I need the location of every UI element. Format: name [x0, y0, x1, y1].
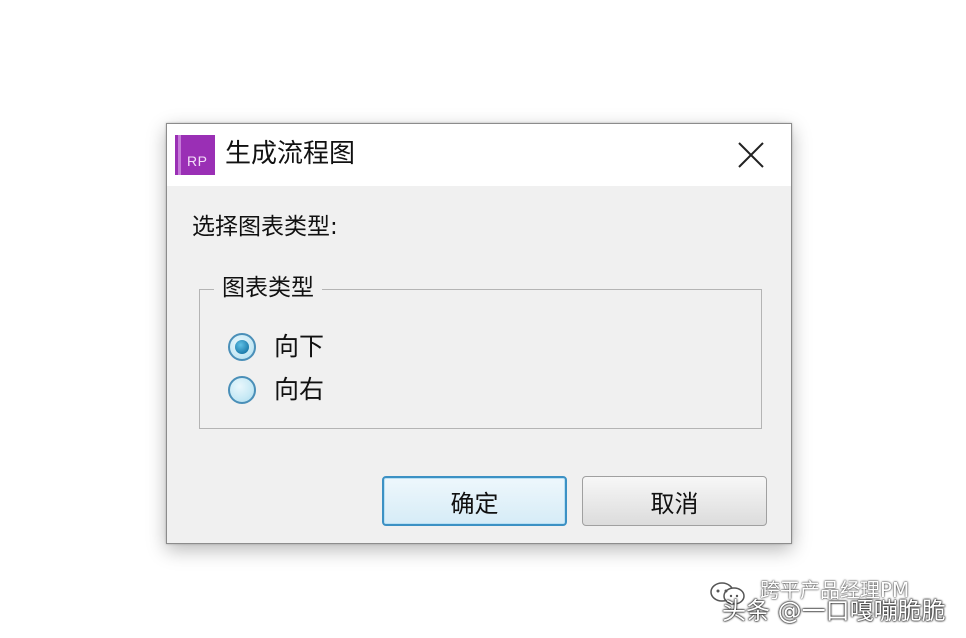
dialog-titlebar[interactable]: RP 生成流程图	[167, 124, 791, 186]
axure-rp-app-icon: RP	[175, 135, 215, 175]
cancel-button[interactable]: 取消	[582, 476, 767, 526]
generate-flowchart-dialog: RP 生成流程图 选择图表类型: 图表类型 向下 向右 确定 取消	[166, 123, 792, 544]
watermark-line2: 头条 @一口嘎嘣脆脆	[722, 597, 946, 625]
chart-type-group-legend: 图表类型	[214, 272, 322, 304]
close-button[interactable]	[726, 132, 776, 178]
close-icon	[738, 142, 764, 168]
dialog-title: 生成流程图	[225, 139, 356, 169]
radio-option-right[interactable]: 向右	[228, 373, 324, 407]
app-icon-stripe	[178, 135, 181, 175]
radio-selected-dot	[235, 340, 249, 354]
radio-label-right: 向右	[274, 375, 325, 404]
radio-option-down[interactable]: 向下	[228, 330, 324, 364]
radio-button-right[interactable]	[228, 376, 256, 404]
radio-button-down[interactable]	[228, 333, 256, 361]
radio-label-down: 向下	[274, 332, 325, 361]
watermark: 跨平产品经理PM 头条 @一口嘎嘣脆脆	[708, 578, 958, 634]
chart-type-prompt: 选择图表类型:	[192, 214, 338, 240]
chart-type-groupbox: 图表类型 向下 向右	[199, 272, 762, 429]
ok-button[interactable]: 确定	[382, 476, 567, 526]
screenshot-canvas: RP 生成流程图 选择图表类型: 图表类型 向下 向右 确定 取消 跨平产品经理…	[0, 0, 966, 638]
app-icon-text: RP	[187, 153, 208, 169]
